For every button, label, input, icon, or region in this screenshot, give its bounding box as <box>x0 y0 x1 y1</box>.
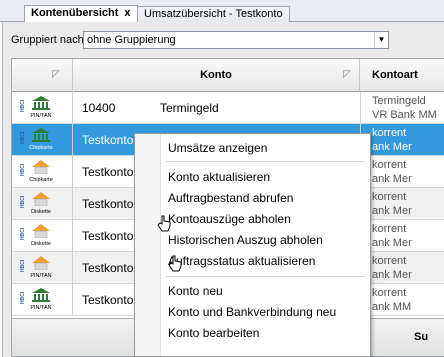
menu-item-konto-aktualisieren[interactable]: Konto aktualisieren <box>168 167 270 187</box>
menu-item-auftragbestand-abrufen[interactable]: Auftragbestand abrufen <box>168 188 293 208</box>
account-bank-line: VR Bank MM <box>372 109 437 121</box>
access-type-badge: Chipkarte <box>29 177 53 183</box>
account-number: Testkonto <box>82 165 134 179</box>
kontoart-header-label: Kontoart <box>372 69 418 81</box>
filter-icon[interactable]: ◸ <box>52 70 64 80</box>
account-type-line: korrent <box>372 255 407 267</box>
bank-icon <box>32 128 50 142</box>
account-type-line: Termingeld <box>372 95 426 107</box>
konto-column-header[interactable]: Konto ◸ <box>73 59 360 92</box>
menu-item-kontoauszuege-abholen[interactable]: Kontoauszüge abholen <box>168 209 291 229</box>
sum-label: Su <box>414 331 429 343</box>
tab-label: Umsatzübersicht - Testkonto <box>144 8 283 20</box>
access-type-badge: PIN/TAN <box>30 305 52 311</box>
kontoart-column-header[interactable]: Kontoart <box>360 59 444 92</box>
account-type: korrent ank Mer <box>372 158 444 186</box>
account-type-line: korrent <box>372 127 407 139</box>
tab-umsatzuebersicht[interactable]: Umsatzübersicht - Testkonto <box>137 6 290 23</box>
account-type-line: korrent <box>372 223 407 235</box>
account-icon-cell: HBCI Diskette <box>12 188 73 220</box>
account-type: Termingeld VR Bank MM <box>372 94 444 122</box>
account-bank-line: ank Mer <box>372 205 412 217</box>
bank-icon <box>32 288 50 302</box>
account-icon-cell: HBCI Chipkarte <box>12 124 73 156</box>
hand-cursor-icon <box>157 215 171 232</box>
account-bank-line: ank Mer <box>372 237 412 249</box>
menu-gutter <box>135 134 161 356</box>
hbci-label: HBCI <box>20 131 26 144</box>
access-type-badge: PIN/TAN <box>30 273 52 279</box>
account-type-line: korrent <box>372 159 407 171</box>
account-bank-line: ank Mer <box>372 269 412 281</box>
account-number: Testkonto <box>82 229 134 243</box>
account-icon-cell: HBCI PIN/TAN <box>12 92 73 124</box>
account-number: 10400 <box>82 101 116 115</box>
account-type: korrent ank Mer <box>372 222 444 250</box>
menu-item-konto-neu[interactable]: Konto neu <box>168 281 223 301</box>
grouping-select[interactable]: ohne Gruppierung ▼ <box>83 31 389 49</box>
account-icon-cell: HBCI PIN/TAN <box>12 284 73 316</box>
close-icon[interactable]: x <box>124 7 130 19</box>
account-type-line: korrent <box>372 287 407 299</box>
menu-item-konto-und-bankverbindung-neu[interactable]: Konto und Bankverbindung neu <box>168 302 336 322</box>
menu-item-auftragsstatus-aktualisieren[interactable]: Auftragsstatus aktualisieren <box>168 251 315 271</box>
tab-strip: Kontenübersicht x Umsatzübersicht - Testk… <box>0 0 444 23</box>
account-bank-line: ank Mer <box>372 173 412 185</box>
tab-label: Kontenübersicht <box>31 7 119 19</box>
hbci-label: HBCI <box>20 163 26 176</box>
account-icon-cell: HBCI PIN/TAN <box>12 252 73 284</box>
account-bank-line: ank MM <box>372 301 412 313</box>
account-icon-cell: HBCI Chipkarte <box>12 156 73 188</box>
account-type: korrent ank Mer <box>372 190 444 218</box>
access-type-badge: PIN/TAN <box>30 113 52 119</box>
hbci-label: HBCI <box>20 291 26 304</box>
menu-item-historischen-auszug-abholen[interactable]: Historischen Auszug abholen <box>168 230 323 250</box>
account-bank-line: ank Mer <box>372 141 412 153</box>
access-type-badge: Diskette <box>31 241 51 247</box>
icon-column-header[interactable]: ◸ <box>12 59 73 92</box>
house-icon <box>32 256 50 270</box>
bank-icon <box>32 96 50 110</box>
context-menu: Umsätze anzeigen Konto aktualisieren Auf… <box>134 133 371 357</box>
chevron-down-icon[interactable]: ▼ <box>374 32 388 48</box>
account-number: Testkonto <box>82 261 134 275</box>
account-number: Testkonto <box>82 133 134 147</box>
tab-kontenuebersicht[interactable]: Kontenübersicht x <box>24 5 138 22</box>
grid-header: ◸ Konto ◸ Kontoart <box>12 59 444 92</box>
account-icon-cell: HBCI Diskette <box>12 220 73 252</box>
house-icon <box>32 160 50 174</box>
menu-item-konto-bearbeiten[interactable]: Konto bearbeiten <box>168 323 259 343</box>
account-type: korrent ank Mer <box>372 126 444 154</box>
account-type: korrent ank MM <box>372 286 444 314</box>
menu-separator <box>165 161 365 162</box>
menu-separator <box>165 276 365 277</box>
filter-icon[interactable]: ◸ <box>341 70 353 80</box>
house-icon <box>32 192 50 206</box>
menu-item-umsaetze-anzeigen[interactable]: Umsätze anzeigen <box>168 138 267 158</box>
hbci-label: HBCI <box>20 99 26 112</box>
table-row[interactable]: HBCI PIN/TAN 10400 Termingeld Termingeld VR B… <box>12 92 444 124</box>
access-type-badge: Diskette <box>31 209 51 215</box>
hbci-label: HBCI <box>20 259 26 272</box>
hbci-label: HBCI <box>20 227 26 240</box>
house-icon <box>32 224 50 238</box>
access-type-badge: Chipkarte <box>29 145 53 151</box>
account-name: Termingeld <box>160 101 219 115</box>
grouping-value: ohne Gruppierung <box>87 34 176 46</box>
account-number: Testkonto <box>82 197 134 211</box>
hbci-label: HBCI <box>20 195 26 208</box>
account-type: korrent ank Mer <box>372 254 444 282</box>
hand-cursor-icon <box>168 255 182 272</box>
account-number: Testkonto <box>82 293 134 307</box>
konto-header-label: Konto <box>200 69 232 81</box>
account-type-line: korrent <box>372 191 407 203</box>
column-divider <box>360 92 361 124</box>
grouping-label: Gruppiert nach <box>11 34 84 46</box>
